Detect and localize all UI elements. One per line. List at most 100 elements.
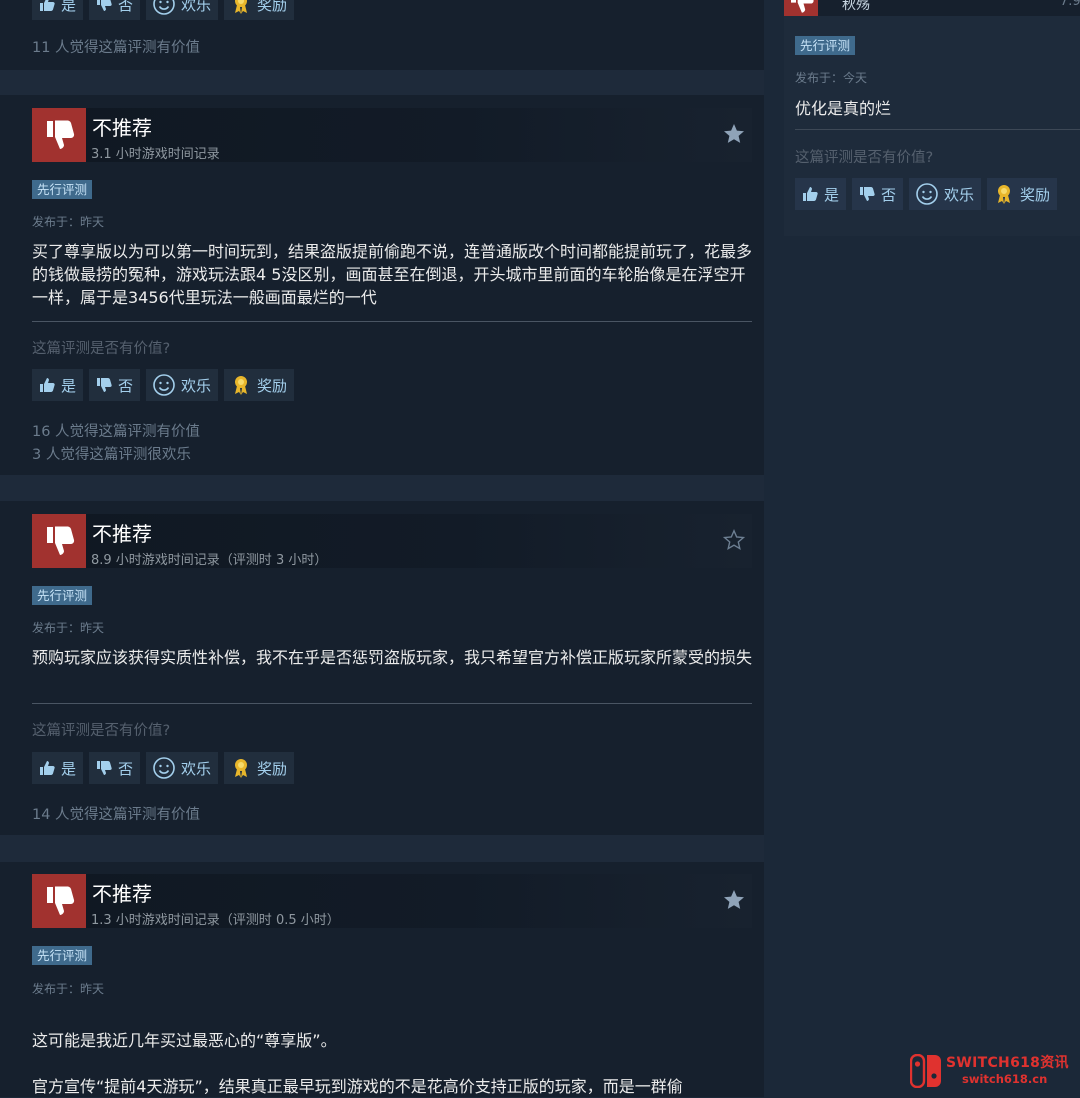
reviews-column: 是 否 欢乐 奖励 11 人觉得这篇评测有价值 不推荐 3.1 小时游戏时间记录… [0,0,764,1097]
review-text: 优化是真的烂 [795,99,892,118]
helpful-count: 11 人觉得这篇评测有价值 [32,40,201,56]
vote-funny-button[interactable]: 欢乐 [909,178,982,210]
card-gap [0,835,764,862]
review-verdict: 不推荐 [92,116,152,140]
vote-yes-label: 是 [61,376,77,395]
posted-date: 发布于：昨天 [32,215,105,229]
vote-yes-label: 是 [824,185,840,204]
thumbs-down-badge [32,874,86,928]
card-gap [0,70,764,95]
watermark-url: switch618.cn [962,1072,1048,1086]
helpful-question: 这篇评测是否有价值? [795,150,934,166]
award-label: 奖励 [257,376,288,395]
vote-no-label: 否 [118,376,134,395]
card-gap [0,475,764,501]
sidebar-review-header [784,0,1080,16]
playtime[interactable]: 1.3 小时游戏时间记录（评测时 0.5 小时） [91,909,340,928]
helpful-buttons: 是 否 欢乐 奖励 [32,0,295,20]
review-header: 不推荐 3.1 小时游戏时间记录 [32,108,752,162]
helpful-count: 14 人觉得这篇评测有价值 [32,807,201,823]
divider [32,703,752,704]
vote-funny-label: 欢乐 [181,376,212,395]
vote-funny-button[interactable]: 欢乐 [146,0,219,20]
early-access-tag: 先行评测 [32,180,93,199]
vote-no-button[interactable]: 否 [89,752,141,784]
vote-no-label: 否 [118,0,134,14]
early-access-tag: 先行评测 [32,586,93,605]
thumbs-down-icon [97,0,112,11]
divider [795,129,1080,130]
star-outline-icon[interactable] [722,528,746,552]
vote-no-label: 否 [881,185,897,204]
review-text-paragraph: 官方宣传“提前4天游玩”，结果真正最早玩到游戏的不是花高价支持正版的玩家，而是一… [32,1077,683,1096]
thumbs-down-icon [47,120,75,149]
vote-no-button[interactable]: 否 [89,0,141,20]
review-text: 预购玩家应该获得实质性补偿，我不在乎是否惩罚盗版玩家，我只希望官方补偿正版玩家所… [32,648,753,667]
helpful-buttons: 是 否 欢乐 奖励 [795,178,1058,210]
award-button[interactable]: 奖励 [224,0,295,20]
thumbs-down-icon [791,0,814,13]
reviewer-count: 7.9 [1060,0,1080,9]
thumbs-down-icon [97,761,112,775]
vote-funny-label: 欢乐 [944,185,975,204]
star-icon[interactable] [722,122,746,146]
thumbs-up-icon [40,378,55,392]
thumbs-up-icon [40,0,55,11]
vote-yes-button[interactable]: 是 [32,752,84,784]
vote-funny-label: 欢乐 [181,0,212,14]
vote-yes-button[interactable]: 是 [32,369,84,401]
divider [32,321,752,322]
thumbs-down-badge [32,108,86,162]
site-watermark: SWITCH618资讯 switch618.cn [910,1052,1070,1092]
vote-funny-button[interactable]: 欢乐 [146,752,219,784]
early-access-tag: 先行评测 [795,36,856,55]
switch-logo-icon [910,1054,941,1088]
posted-date: 发布于：昨天 [32,621,105,635]
thumbs-down-icon [47,886,75,915]
award-label: 奖励 [257,0,288,14]
thumbs-down-badge [784,0,818,16]
vote-yes-label: 是 [61,759,77,778]
thumbs-down-icon [860,187,875,201]
posted-date: 发布于：今天 [795,71,868,85]
playtime[interactable]: 8.9 小时游戏时间记录（评测时 3 小时） [91,549,327,568]
thumbs-down-icon [97,378,112,392]
vote-no-label: 否 [118,759,134,778]
watermark-title: SWITCH618资讯 [946,1055,1069,1071]
reviewer-name[interactable]: 秋殇 [842,0,870,14]
award-button[interactable]: 奖励 [987,178,1058,210]
award-icon [235,0,248,14]
helpful-question: 这篇评测是否有价值? [32,723,171,739]
thumbs-down-badge [32,514,86,568]
smiley-icon [153,0,175,15]
helpful-count: 16 人觉得这篇评测有价值 [32,424,201,440]
award-label: 奖励 [257,759,288,778]
award-icon [235,759,248,778]
funny-count: 3 人觉得这篇评测很欢乐 [32,447,191,463]
vote-yes-button[interactable]: 是 [795,178,847,210]
review-header: 不推荐 8.9 小时游戏时间记录（评测时 3 小时） [32,514,752,568]
vote-no-button[interactable]: 否 [852,178,904,210]
early-access-tag: 先行评测 [32,946,93,965]
playtime[interactable]: 3.1 小时游戏时间记录 [91,143,220,162]
review-card: 不推荐 8.9 小时游戏时间记录（评测时 3 小时） 先行评测 发布于：昨天 预… [0,501,764,835]
thumbs-up-icon [40,761,55,775]
award-button[interactable]: 奖励 [224,369,295,401]
review-card-partial: 是 否 欢乐 奖励 11 人觉得这篇评测有价值 [0,0,764,70]
vote-funny-label: 欢乐 [181,759,212,778]
review-header: 不推荐 1.3 小时游戏时间记录（评测时 0.5 小时） [32,874,752,928]
vote-no-button[interactable]: 否 [89,369,141,401]
review-verdict: 不推荐 [92,882,152,906]
vote-funny-button[interactable]: 欢乐 [146,369,219,401]
review-text: 买了尊享版以为可以第一时间玩到，结果盗版提前偷跑不说，连普通版改个时间都能提前玩… [32,242,753,307]
thumbs-down-icon [47,526,75,555]
award-button[interactable]: 奖励 [224,752,295,784]
vote-yes-button[interactable]: 是 [32,0,84,20]
review-card: 不推荐 1.3 小时游戏时间记录（评测时 0.5 小时） 先行评测 发布于：昨天… [0,862,764,1097]
helpful-buttons: 是 否 欢乐 奖励 [32,369,295,401]
star-icon[interactable] [722,888,746,912]
award-icon [235,376,248,395]
award-icon [998,185,1011,204]
smiley-icon [916,183,938,205]
vote-yes-label: 是 [61,0,77,14]
